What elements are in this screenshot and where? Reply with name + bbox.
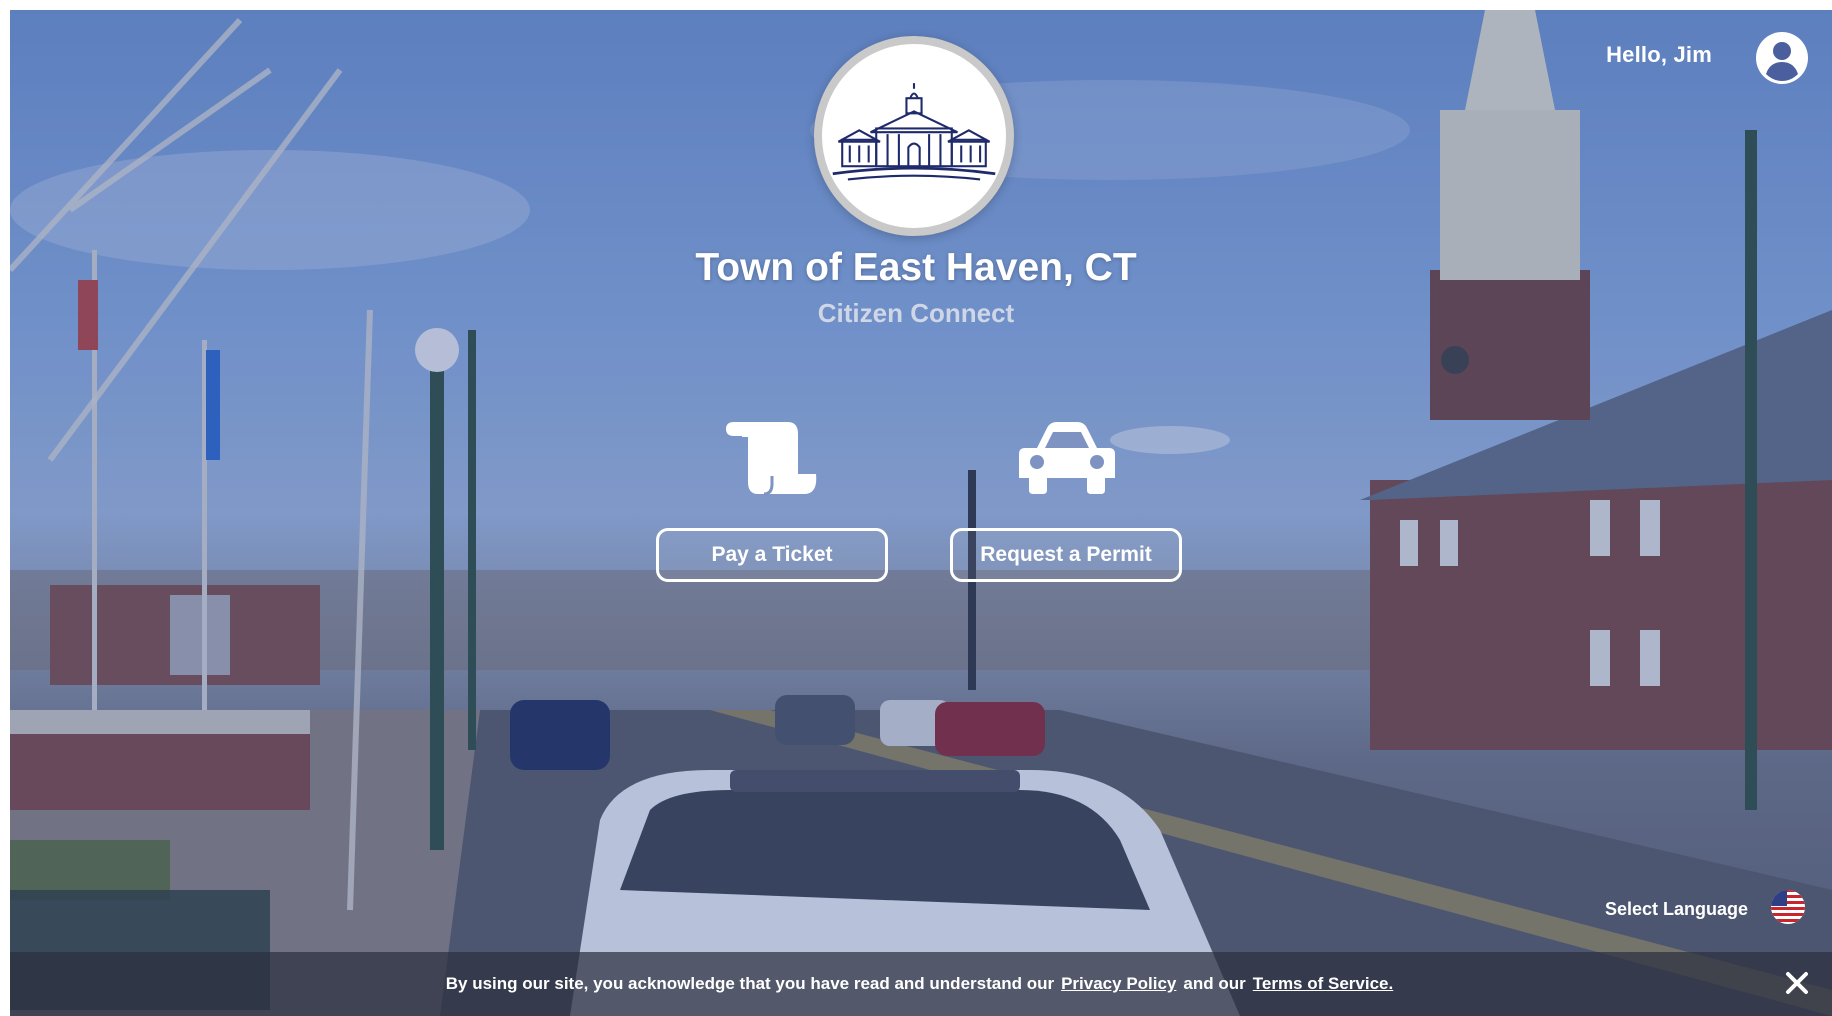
pay-ticket-icon-button[interactable] bbox=[724, 420, 820, 500]
pay-ticket-button[interactable]: Pay a Ticket bbox=[656, 528, 888, 582]
us-flag-icon[interactable] bbox=[1770, 889, 1806, 925]
user-avatar-button[interactable] bbox=[1754, 30, 1810, 86]
terms-of-service-link[interactable]: Terms of Service. bbox=[1253, 974, 1393, 994]
cookie-notice-middle-text: and our bbox=[1183, 974, 1246, 993]
town-hall-seal-icon bbox=[832, 83, 996, 181]
scroll-icon bbox=[726, 422, 817, 496]
user-greeting: Hello, Jim bbox=[1606, 42, 1712, 67]
cookie-notice-text: By using our site, you acknowledge that … bbox=[445, 974, 1055, 993]
cookie-consent-bar: By using our site, you acknowledge that … bbox=[10, 952, 1832, 1016]
town-seal-logo bbox=[814, 36, 1014, 236]
close-cookie-bar-button[interactable] bbox=[1782, 968, 1812, 998]
page-title: Town of East Haven, CT bbox=[695, 246, 1137, 289]
request-permit-button[interactable]: Request a Permit bbox=[950, 528, 1182, 582]
user-circle-icon bbox=[1756, 32, 1808, 84]
select-language-button[interactable]: Select Language bbox=[1605, 899, 1748, 920]
request-permit-icon-button[interactable] bbox=[1017, 420, 1117, 500]
close-icon bbox=[1786, 972, 1808, 994]
privacy-policy-link[interactable]: Privacy Policy bbox=[1061, 974, 1176, 994]
page-subtitle: Citizen Connect bbox=[817, 298, 1015, 328]
car-icon bbox=[1019, 422, 1115, 494]
